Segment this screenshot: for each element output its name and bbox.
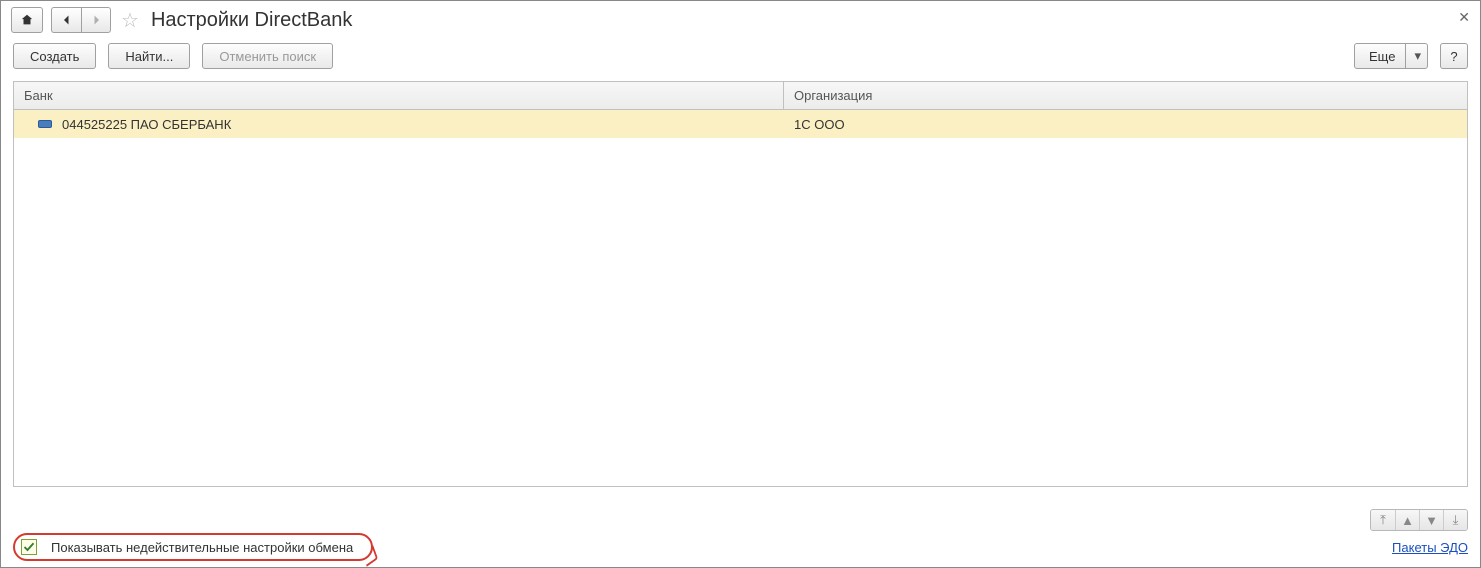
cell-org-text: 1С ООО	[794, 117, 845, 132]
show-invalid-checkbox[interactable]	[21, 539, 37, 555]
footer-bar: Показывать недействительные настройки об…	[1, 527, 1480, 567]
favorite-star-icon[interactable]: ☆	[121, 8, 139, 33]
table-body: 044525225 ПАО СБЕРБАНК 1С ООО	[14, 110, 1467, 486]
home-button[interactable]	[11, 7, 43, 33]
arrow-right-icon	[90, 14, 102, 26]
table-header: Банк Организация	[14, 82, 1467, 110]
command-bar: Создать Найти... Отменить поиск Еще ▾ ?	[1, 43, 1480, 81]
home-icon	[20, 13, 34, 27]
cell-org: 1С ООО	[784, 117, 1467, 132]
check-icon	[23, 541, 35, 553]
forward-button[interactable]	[81, 7, 111, 33]
table-row[interactable]: 044525225 ПАО СБЕРБАНК 1С ООО	[14, 110, 1467, 138]
column-header-org[interactable]: Организация	[784, 82, 1467, 109]
move-up-icon: ▲	[1401, 513, 1414, 528]
show-invalid-label: Показывать недействительные настройки об…	[51, 540, 353, 555]
settings-table: Банк Организация 044525225 ПАО СБЕРБАНК …	[13, 81, 1468, 487]
column-header-bank[interactable]: Банк	[14, 82, 784, 109]
cell-bank: 044525225 ПАО СБЕРБАНК	[14, 117, 784, 132]
back-button[interactable]	[51, 7, 81, 33]
chevron-down-icon: ▾	[1405, 44, 1421, 68]
move-down-icon: ▼	[1425, 513, 1438, 528]
more-button-label: Еще	[1369, 49, 1395, 64]
create-button[interactable]: Создать	[13, 43, 96, 69]
close-button[interactable]: ✕	[1458, 9, 1470, 26]
packages-edo-link[interactable]: Пакеты ЭДО	[1392, 540, 1468, 555]
arrow-left-icon	[61, 14, 73, 26]
cancel-search-button[interactable]: Отменить поиск	[202, 43, 333, 69]
page-title: Настройки DirectBank	[151, 9, 352, 32]
more-button[interactable]: Еще ▾	[1354, 43, 1428, 69]
show-invalid-highlight: Показывать недействительные настройки об…	[13, 533, 373, 561]
header-bar: ☆ Настройки DirectBank ✕	[1, 1, 1480, 43]
row-item-icon	[38, 120, 52, 128]
move-bottom-icon: ⤓	[1453, 512, 1459, 528]
find-button[interactable]: Найти...	[108, 43, 190, 69]
cell-bank-text: 044525225 ПАО СБЕРБАНК	[62, 117, 231, 132]
move-top-icon: ⤒	[1380, 512, 1386, 528]
help-button[interactable]: ?	[1440, 43, 1468, 69]
nav-back-forward	[51, 7, 111, 33]
